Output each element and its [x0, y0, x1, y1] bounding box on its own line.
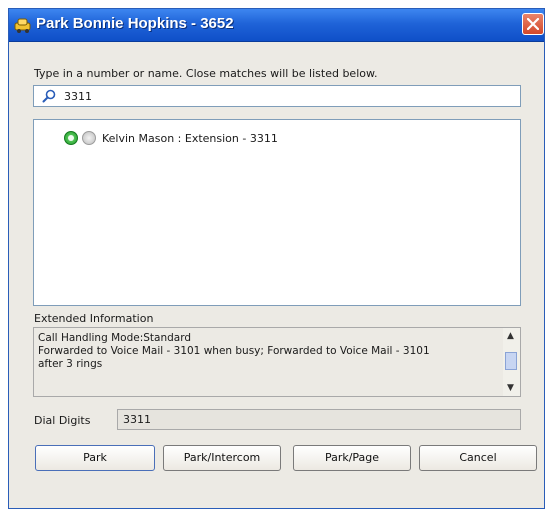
title-bar[interactable]: Park Bonnie Hopkins - 3652 [9, 9, 544, 42]
results-list[interactable]: Kelvin Mason : Extension - 3311 [33, 119, 521, 306]
result-label: Kelvin Mason : Extension - 3311 [102, 131, 278, 145]
park-car-icon [13, 16, 33, 34]
park-page-button[interactable]: Park/Page [293, 445, 411, 471]
online-status-icon [64, 131, 78, 145]
dial-digits-value: 3311 [123, 413, 151, 426]
extended-info-text: Call Handling Mode:Standard Forwarded to… [38, 332, 500, 371]
search-input[interactable]: 3311 [33, 85, 521, 107]
list-item[interactable]: Kelvin Mason : Extension - 3311 [64, 129, 278, 147]
presence-status-icon [82, 131, 96, 145]
extended-info-line: after 3 rings [38, 358, 103, 370]
extended-info-line: Call Handling Mode:Standard [38, 332, 191, 344]
cancel-button[interactable]: Cancel [419, 445, 537, 471]
search-instruction: Type in a number or name. Close matches … [34, 67, 378, 80]
extended-info-heading: Extended Information [34, 312, 154, 325]
extended-info-scrollbar[interactable]: ▲ ▼ [503, 328, 520, 396]
search-value: 3311 [64, 90, 92, 103]
park-button[interactable]: Park [35, 445, 155, 471]
scroll-up-icon[interactable]: ▲ [507, 331, 514, 341]
park-dialog: Park Bonnie Hopkins - 3652 Type in a num… [8, 8, 545, 509]
close-icon [527, 18, 539, 30]
dial-digits-label: Dial Digits [34, 414, 91, 427]
search-icon [42, 89, 56, 106]
dial-digits-field: 3311 [117, 409, 521, 430]
window-title: Park Bonnie Hopkins - 3652 [36, 15, 234, 32]
park-intercom-button[interactable]: Park/Intercom [163, 445, 281, 471]
scroll-thumb[interactable] [505, 352, 517, 370]
extended-info-line: Forwarded to Voice Mail - 3101 when busy… [38, 345, 430, 357]
close-button[interactable] [522, 13, 544, 35]
extended-info-box: Call Handling Mode:Standard Forwarded to… [33, 327, 521, 397]
scroll-down-icon[interactable]: ▼ [507, 383, 514, 393]
